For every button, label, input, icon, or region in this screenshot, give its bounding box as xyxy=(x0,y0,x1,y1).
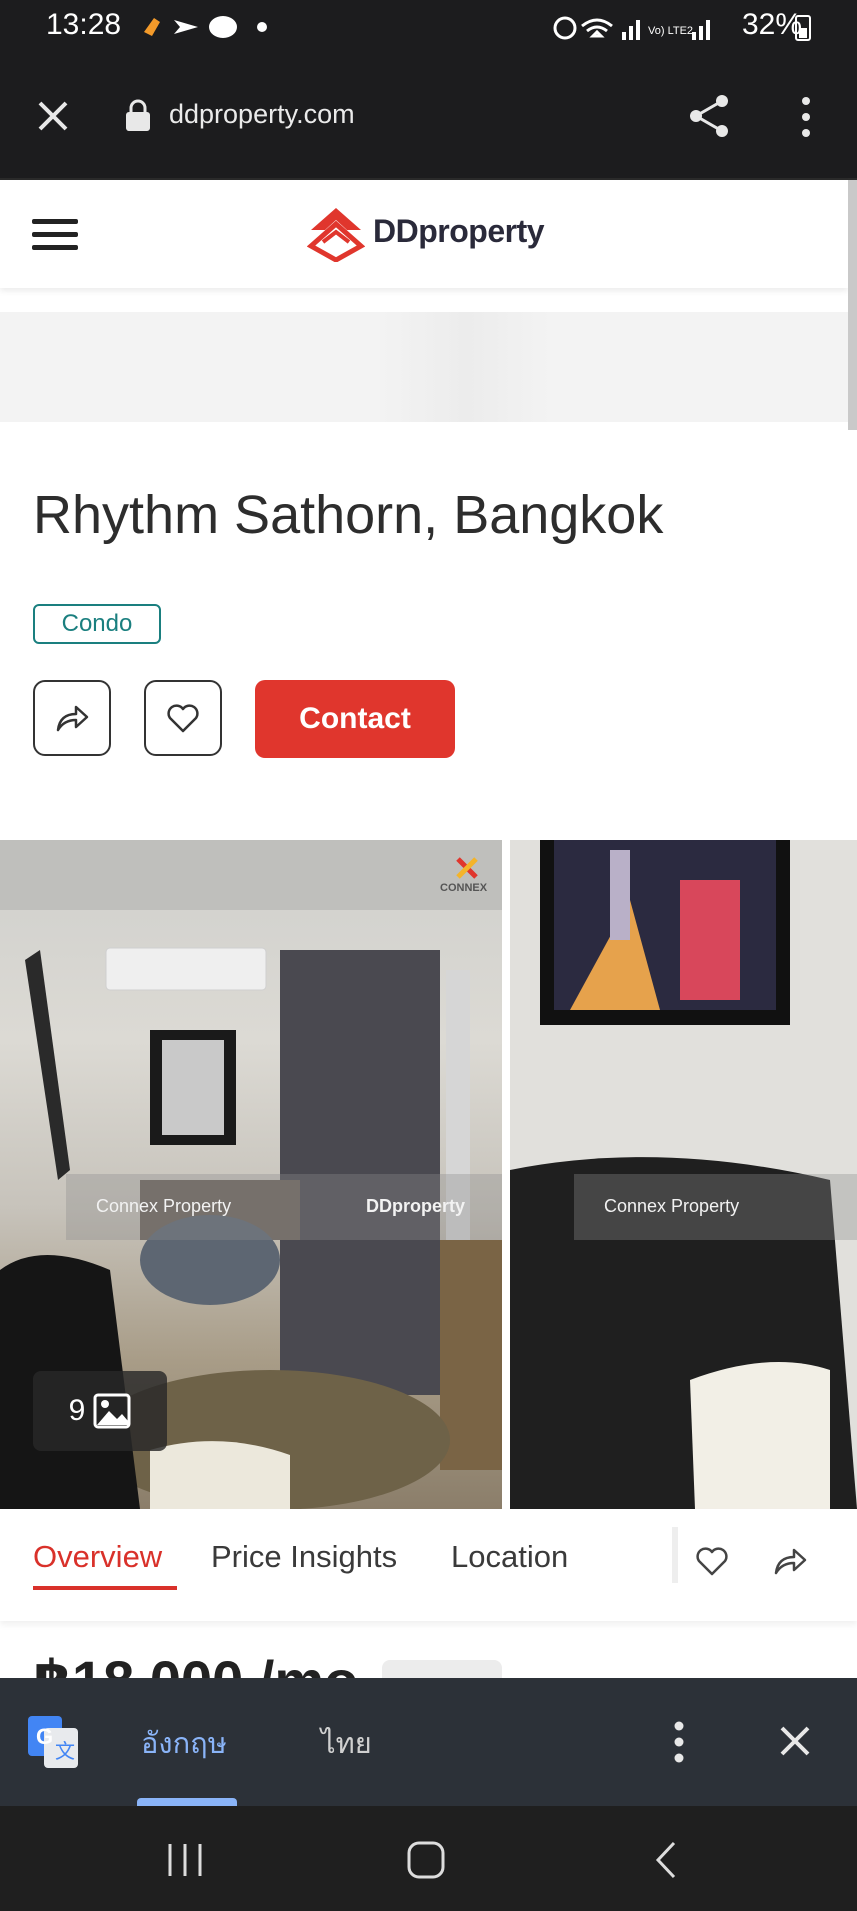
share-arrow-icon xyxy=(56,705,89,732)
translate-active-indicator xyxy=(137,1798,237,1806)
lock-icon xyxy=(126,99,150,131)
favorite-button[interactable] xyxy=(144,680,222,756)
translate-language-thai[interactable]: ไทย xyxy=(321,1720,372,1766)
listing-photo-1[interactable]: Connex Property DDproperty CONNEX 9 xyxy=(0,840,502,1509)
notification-icons xyxy=(144,16,267,38)
share-button[interactable] xyxy=(33,680,111,756)
tab-overview[interactable]: Overview xyxy=(33,1539,162,1575)
connex-x-icon xyxy=(456,857,478,879)
hamburger-menu-icon[interactable] xyxy=(32,217,78,253)
section-tabs: Overview Price Insights Location xyxy=(0,1509,857,1621)
share-icon[interactable] xyxy=(688,93,732,139)
watermark-agent-text-2: Connex Property xyxy=(604,1196,740,1216)
tab-price-insights[interactable]: Price Insights xyxy=(211,1539,397,1575)
translate-more-icon[interactable] xyxy=(668,1720,690,1764)
more-options-icon[interactable] xyxy=(796,95,816,139)
battery-level: 32% xyxy=(741,8,802,41)
property-type-badge: Condo xyxy=(33,604,161,644)
tabs-heart-icon[interactable] xyxy=(694,1545,730,1577)
tabs-share-icon[interactable] xyxy=(772,1545,808,1577)
close-tab-icon[interactable] xyxy=(36,99,70,133)
tab-active-indicator xyxy=(33,1586,177,1590)
watermark-agent-text: Connex Property xyxy=(96,1196,232,1216)
photo-count-badge[interactable]: 9 xyxy=(33,1371,167,1451)
recent-apps-icon[interactable] xyxy=(166,1842,204,1878)
browser-toolbar: ddproperty.com xyxy=(0,55,857,180)
photo-count-number: 9 xyxy=(68,1394,86,1427)
ddproperty-logo-icon xyxy=(307,208,365,262)
tab-location[interactable]: Location xyxy=(451,1539,568,1575)
listing-photo-2[interactable]: Connex Property xyxy=(510,840,857,1509)
url-text[interactable]: ddproperty.com xyxy=(169,99,355,130)
heart-icon xyxy=(167,704,199,733)
contact-button[interactable]: Contact xyxy=(255,680,455,758)
status-bar: 13:28 Vo) LTE2 32% xyxy=(0,0,857,55)
photo-gallery[interactable]: Connex Property DDproperty CONNEX 9 Conn… xyxy=(0,840,857,1509)
system-status-icons: Vo) LTE2 xyxy=(553,16,710,40)
site-header: DDproperty xyxy=(0,180,848,288)
watermark-band-2: Connex Property xyxy=(574,1174,857,1240)
translate-language-english[interactable]: อังกฤษ xyxy=(141,1720,227,1766)
agent-watermark-logo: CONNEX xyxy=(440,882,488,894)
svg-text:G: G xyxy=(36,1724,53,1749)
battery-icon xyxy=(795,15,811,41)
watermark-band: Connex Property DDproperty xyxy=(66,1174,502,1240)
listing-title: Rhythm Sathorn, Bangkok xyxy=(33,485,664,545)
page-scrollbar[interactable] xyxy=(848,180,857,430)
status-time: 13:28 xyxy=(46,8,122,41)
tabs-divider xyxy=(672,1527,678,1583)
home-icon[interactable] xyxy=(406,1840,446,1880)
image-icon xyxy=(93,1393,131,1429)
svg-text:Vo) LTE2: Vo) LTE2 xyxy=(648,25,693,37)
translate-bar: G 文 อังกฤษ ไทย xyxy=(0,1678,857,1806)
ad-banner xyxy=(0,312,848,422)
site-logo-text[interactable]: DDproperty xyxy=(373,213,545,250)
svg-text:文: 文 xyxy=(55,1739,75,1763)
translate-close-icon[interactable] xyxy=(778,1724,812,1758)
back-icon[interactable] xyxy=(654,1840,678,1880)
google-translate-icon[interactable]: G 文 xyxy=(28,1716,80,1768)
watermark-site-text: DDproperty xyxy=(366,1196,466,1216)
system-navigation-bar xyxy=(0,1806,857,1911)
